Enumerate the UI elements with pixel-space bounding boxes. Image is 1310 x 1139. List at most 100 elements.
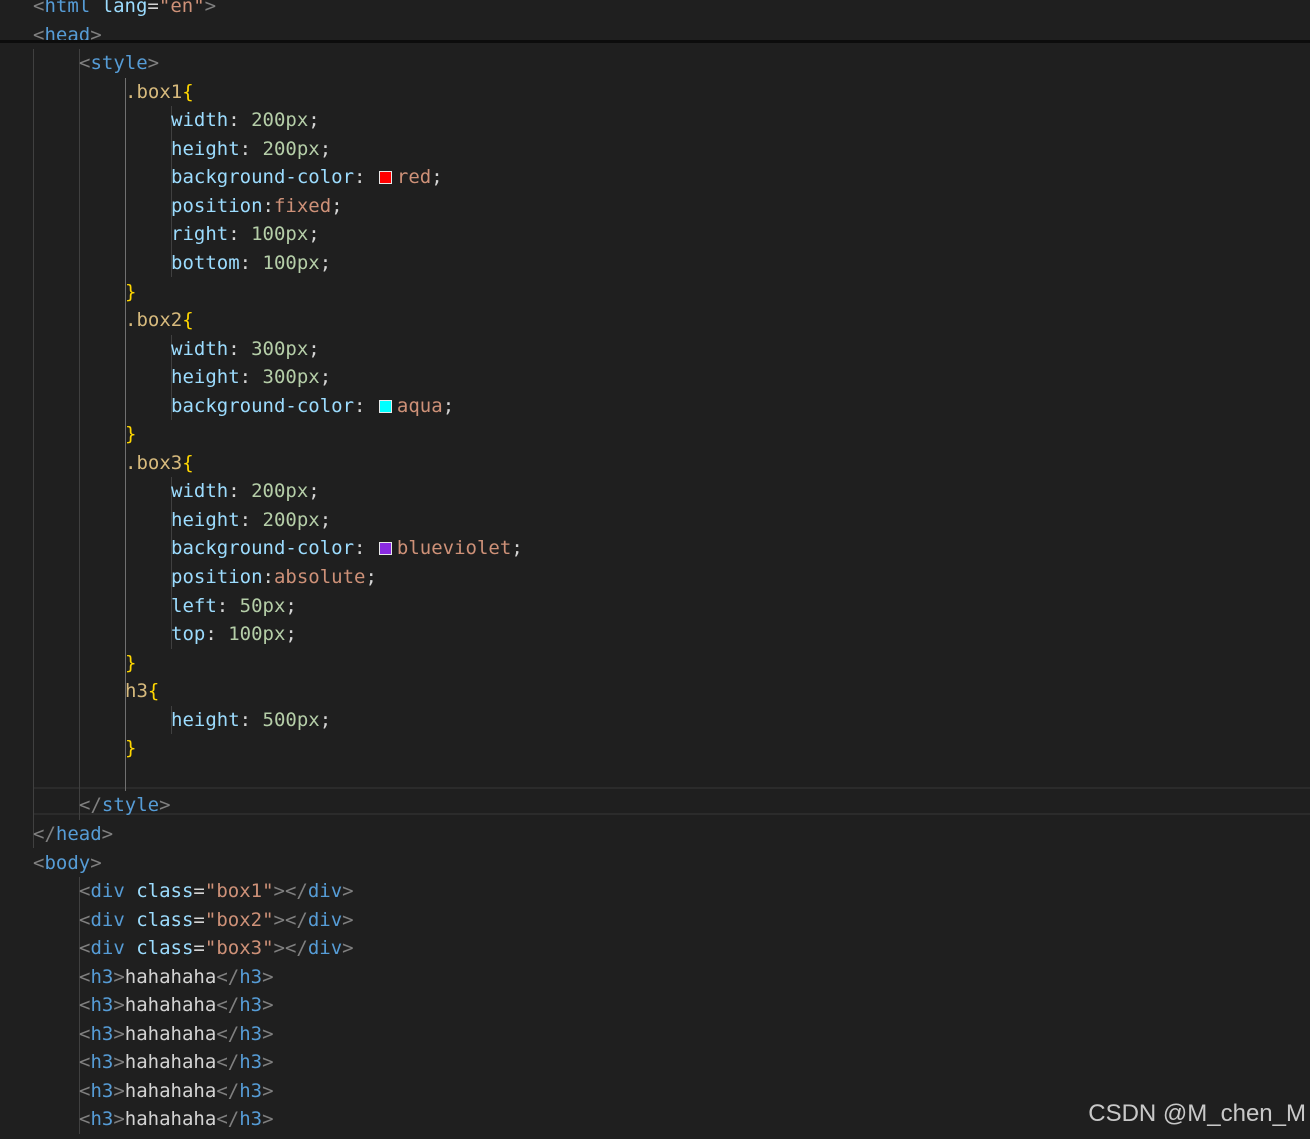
token: >: [204, 0, 217, 17]
css-property: height: [171, 137, 240, 160]
code-line[interactable]: width: 200px;: [171, 106, 320, 134]
token: </: [216, 1022, 240, 1045]
token: <: [79, 880, 91, 903]
token: =: [193, 880, 205, 903]
code-line[interactable]: right: 100px;: [171, 220, 320, 248]
code-line[interactable]: <h3>hahahaha</h3>: [79, 991, 274, 1019]
attr-name: class: [124, 908, 194, 931]
code-line[interactable]: <h3>hahahaha</h3>: [79, 1105, 274, 1133]
code-line[interactable]: height: 300px;: [171, 363, 331, 391]
code-line[interactable]: </body>: [33, 1134, 113, 1139]
token: >: [262, 1108, 274, 1131]
color-swatch-icon[interactable]: [378, 171, 392, 185]
tag-name: style: [90, 52, 148, 75]
code-line[interactable]: <div class="box2"></div>: [79, 906, 354, 934]
token: >: [262, 994, 274, 1017]
code-line[interactable]: <h3>hahahaha</h3>: [79, 963, 274, 991]
code-line[interactable]: bottom: 100px;: [171, 249, 331, 277]
code-line[interactable]: <div class="box1"></div>: [79, 877, 354, 905]
code-line[interactable]: }: [125, 734, 136, 762]
code-line[interactable]: </style>: [79, 791, 171, 819]
token: >: [342, 880, 354, 903]
token: </: [216, 1108, 240, 1131]
sticky-scroll-shadow: [0, 40, 1310, 43]
code-line[interactable]: .box2{: [125, 306, 194, 334]
token: ;: [285, 623, 297, 646]
code-line[interactable]: <body>: [33, 849, 102, 877]
css-value: 300px: [251, 337, 309, 360]
attr-value: "box3": [204, 937, 274, 960]
token: :: [354, 537, 377, 560]
token: ;: [511, 537, 523, 560]
code-line[interactable]: .box1{: [125, 78, 194, 106]
indent-guide: [79, 49, 80, 820]
token: >: [113, 1108, 125, 1131]
tag-name: h3: [90, 965, 114, 988]
code-line[interactable]: <style>: [79, 49, 159, 77]
code-line[interactable]: height: 200px;: [171, 135, 331, 163]
css-value: aqua: [396, 394, 443, 417]
code-line[interactable]: background-color: red;: [171, 163, 443, 191]
code-line[interactable]: }: [125, 278, 136, 306]
css-selector: .box1: [125, 80, 183, 103]
token: ;: [442, 394, 455, 417]
css-value: 200px: [262, 137, 320, 160]
tag-name: h3: [239, 965, 263, 988]
token: ></: [273, 908, 308, 931]
css-value: 100px: [262, 251, 320, 274]
text-content: hahahaha: [124, 1108, 217, 1131]
code-line[interactable]: <h3>hahahaha</h3>: [79, 1048, 274, 1076]
token: :: [228, 109, 252, 132]
code-line[interactable]: width: 300px;: [171, 335, 320, 363]
token: <: [79, 1022, 91, 1045]
code-line[interactable]: height: 500px;: [171, 706, 331, 734]
text-content: hahahaha: [124, 1051, 217, 1074]
code-line[interactable]: background-color: aqua;: [171, 392, 454, 420]
tag-name: div: [90, 908, 125, 931]
token: :: [228, 223, 252, 246]
token: >: [262, 1022, 274, 1045]
token: ></: [273, 937, 308, 960]
token: =: [147, 0, 159, 17]
code-line[interactable]: <h3>hahahaha</h3>: [79, 1077, 274, 1105]
tag-name: h3: [90, 994, 114, 1017]
tag-name: h3: [90, 1022, 114, 1045]
code-editor[interactable]: <html lang="en"> <head> <style> .box1{width…: [0, 0, 1310, 1139]
token: :: [239, 366, 263, 389]
token: ;: [319, 366, 332, 389]
code-line[interactable]: position:absolute;: [171, 563, 377, 591]
code-line[interactable]: position:fixed;: [171, 192, 343, 220]
watermark: CSDN @M_chen_M: [1088, 1100, 1306, 1127]
code-line[interactable]: left: 50px;: [171, 592, 297, 620]
code-line[interactable]: .box3{: [125, 449, 194, 477]
css-value: 300px: [262, 366, 320, 389]
css-value: 200px: [262, 508, 320, 531]
color-swatch-icon[interactable]: [378, 399, 392, 413]
token: ;: [431, 166, 443, 189]
attr-name: lang: [90, 0, 148, 17]
brace: }: [125, 651, 137, 674]
attr-name: class: [124, 937, 194, 960]
code-line[interactable]: h3{: [125, 677, 159, 705]
code-line[interactable]: }: [125, 420, 136, 448]
code-line[interactable]: }: [125, 649, 136, 677]
css-property: width: [171, 337, 229, 360]
code-line[interactable]: background-color: blueviolet;: [171, 534, 523, 562]
token: </: [216, 1079, 240, 1102]
token: <: [33, 851, 45, 874]
code-line[interactable]: top: 100px;: [171, 620, 297, 648]
text-content: hahahaha: [124, 1022, 217, 1045]
code-line[interactable]: <h3>hahahaha</h3>: [79, 1020, 274, 1048]
brace: }: [125, 280, 137, 303]
tag-name: h3: [239, 1022, 263, 1045]
code-line[interactable]: <div class="box3"></div>: [79, 934, 354, 962]
code-line[interactable]: </head>: [33, 820, 113, 848]
color-swatch-icon[interactable]: [378, 542, 392, 556]
code-line[interactable]: <head>: [33, 21, 102, 49]
code-line[interactable]: <html lang="en">: [33, 0, 216, 20]
css-property: bottom: [171, 251, 240, 274]
token: >: [101, 822, 114, 845]
code-line[interactable]: width: 200px;: [171, 477, 320, 505]
code-line[interactable]: height: 200px;: [171, 506, 331, 534]
brace: {: [182, 309, 194, 332]
